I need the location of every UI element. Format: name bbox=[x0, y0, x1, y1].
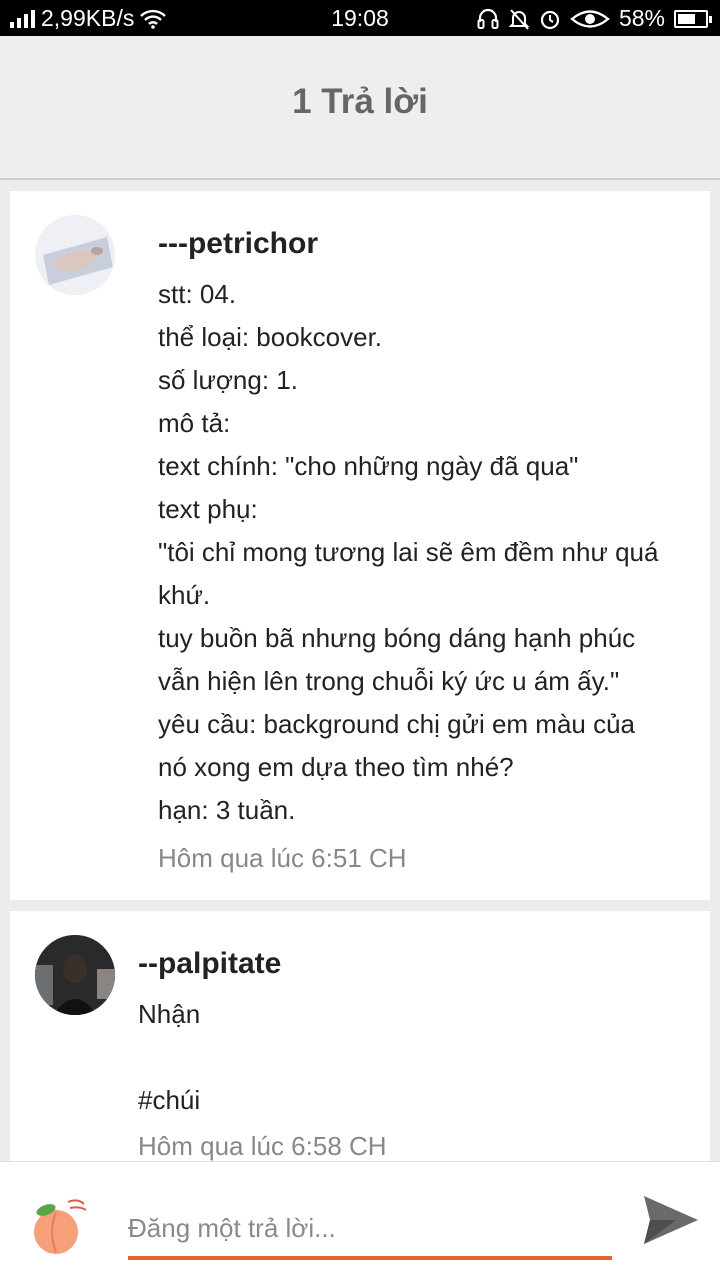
comment-line: hạn: 3 tuần. bbox=[158, 795, 296, 825]
alarm-icon bbox=[540, 10, 560, 29]
comment-line: Nhận bbox=[138, 999, 201, 1029]
username[interactable]: ---petrichor bbox=[158, 227, 318, 261]
comment-line: khứ. bbox=[158, 580, 211, 610]
headset-icon bbox=[477, 8, 499, 29]
status-bar: 2,99KB/s 19:08 58% bbox=[0, 0, 720, 36]
comment-line: nó xong em dựa theo tìm nhé? bbox=[158, 752, 514, 782]
comment-line: mô tả: bbox=[158, 408, 231, 438]
bell-off-icon bbox=[508, 8, 530, 30]
comment-line: #chúi bbox=[138, 1085, 201, 1115]
comment-line: "tôi chỉ mong tương lai sẽ êm đềm như qu… bbox=[158, 537, 659, 567]
comment-body: stt: 04. thể loại: bookcover. số lượng: … bbox=[158, 273, 703, 832]
page-title: 1 Trả lời bbox=[292, 82, 428, 121]
username[interactable]: --palpitate bbox=[138, 947, 281, 981]
comment-line: tuy buồn bã nhưng bóng dáng hạnh phúc bbox=[158, 623, 636, 653]
timestamp: Hôm qua lúc 6:51 CH bbox=[158, 843, 407, 873]
comment-line: yêu cầu: background chị gửi em màu của bbox=[158, 709, 636, 739]
comment-line: text phụ: bbox=[158, 494, 258, 524]
comment-line: vẫn hiện lên trong chuỗi ký ức u ám ấy." bbox=[158, 666, 620, 696]
battery-percent: 58% bbox=[618, 5, 665, 31]
send-button[interactable] bbox=[640, 1192, 700, 1248]
avatar[interactable] bbox=[35, 215, 115, 295]
comment-line: thể loại: bookcover. bbox=[158, 322, 383, 352]
comment-line: số lượng: 1. bbox=[158, 365, 298, 395]
timestamp: Hôm qua lúc 6:58 CH bbox=[138, 1131, 387, 1161]
user-avatar-peach[interactable] bbox=[28, 1194, 92, 1258]
comment-body: Nhận #chúi bbox=[138, 993, 698, 1122]
reply-bar bbox=[0, 1161, 720, 1280]
header: 1 Trả lời bbox=[0, 36, 720, 180]
eye-icon bbox=[570, 9, 610, 28]
comment-line bbox=[138, 1036, 698, 1079]
avatar[interactable] bbox=[35, 935, 115, 1015]
comment-line: stt: 04. bbox=[158, 279, 237, 309]
send-icon bbox=[644, 1196, 698, 1244]
comment-line: text chính: "cho những ngày đã qua" bbox=[158, 451, 579, 481]
comment-card: ---petrichor stt: 04. thể loại: bookcove… bbox=[10, 191, 710, 900]
reply-input[interactable] bbox=[128, 1200, 612, 1260]
comment-card: --palpitate Nhận #chúi Hôm qua lúc 6:58 … bbox=[10, 911, 710, 1171]
battery-icon bbox=[674, 9, 712, 28]
